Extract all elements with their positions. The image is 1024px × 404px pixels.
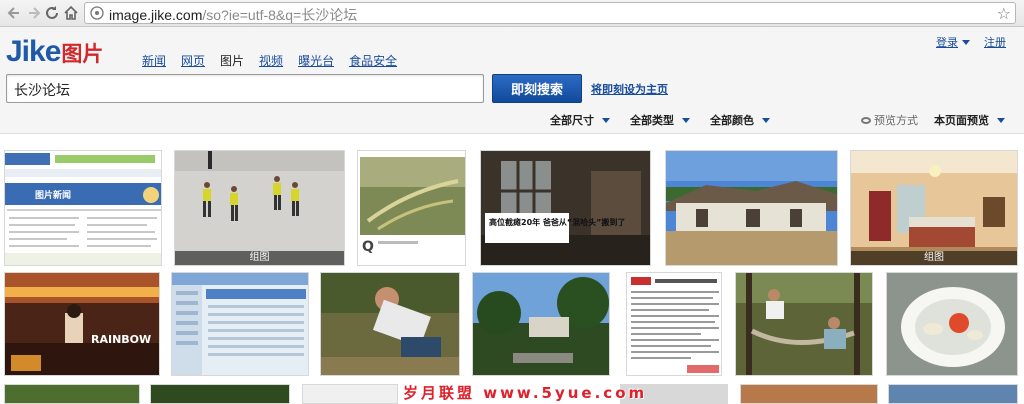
thumb-campus-trees[interactable]: [472, 272, 610, 376]
search-button[interactable]: 即刻搜索: [492, 74, 582, 103]
filter-bar: 全部尺寸 全部类型 全部颜色 预览方式 本页面预览: [0, 112, 1024, 128]
login-link[interactable]: 登录: [936, 34, 958, 50]
login-dropdown-icon[interactable]: [962, 39, 970, 45]
thumb-hammock-forest[interactable]: [735, 272, 873, 376]
register-link[interactable]: 注册: [984, 34, 1006, 50]
thumb-7-text: RAINBOW: [91, 333, 151, 346]
preview-mode-select[interactable]: 本页面预览: [934, 112, 1005, 128]
thumb-old-house-interior-art: 高位截瘫20年 爸爸从“混哈头”搬到了: [481, 151, 650, 265]
user-bar: 登录 注册: [936, 34, 1006, 50]
page-icon: [90, 6, 104, 20]
thumb-hotel-room-art: [851, 151, 1017, 265]
thumb-food-bowl-art: [887, 273, 1017, 375]
site-header: Jike 图片 新闻 网页 图片 视频 曝光台 食品安全 登录 注册 长沙论坛 …: [0, 27, 1024, 134]
set-homepage-link[interactable]: 将即刻设为主页: [591, 81, 668, 97]
home-icon[interactable]: [61, 3, 81, 23]
chevron-down-icon: [997, 117, 1005, 123]
thumb-rural-courtyard-art: [666, 151, 837, 265]
thumb-old-house-interior[interactable]: 高位截瘫20年 爸爸从“混哈头”搬到了: [480, 150, 651, 266]
filter-size-label: 全部尺寸: [550, 114, 594, 127]
thumb-stage-performance-art: RAINBOW: [5, 273, 159, 375]
thumb-campus-trees-art: [473, 273, 609, 375]
thumb-rural-courtyard[interactable]: [665, 150, 838, 266]
thumb-webpage-screenshot[interactable]: 图片新闻: [4, 150, 162, 266]
url-path: /so?ie=utf-8&q=长沙论坛: [202, 7, 358, 23]
thumb-row3-room[interactable]: [740, 384, 878, 404]
thumb-man-lying-ground[interactable]: [320, 272, 460, 376]
thumb-caption: 组图: [851, 251, 1017, 265]
thumb-software-window[interactable]: [171, 272, 309, 376]
address-bar[interactable]: image.jike.com/so?ie=utf-8&q=长沙论坛 ☆: [84, 2, 1016, 24]
thumb-hammock-forest-art: [736, 273, 872, 375]
thumb-row3-forest[interactable]: [4, 384, 140, 404]
nav-video[interactable]: 视频: [259, 52, 283, 69]
watermark-text: 岁月联盟 www.5yue.com: [403, 384, 648, 402]
bookmark-star-icon[interactable]: ☆: [997, 4, 1011, 23]
chevron-down-icon: [682, 117, 690, 123]
image-results-grid: 图片新闻 组图 Q 高位截瘫20年 爸爸从“混哈头”搬到了 组图 RAINBOW: [0, 135, 1024, 404]
thumb-1-heading: 图片新闻: [35, 189, 71, 201]
thumb-software-window-art: [172, 273, 308, 375]
jike-logo[interactable]: Jike 图片: [6, 35, 104, 68]
thumb-row3-document[interactable]: [302, 384, 398, 404]
logo-text: Jike: [6, 35, 61, 68]
thumb-news-document-art: [627, 273, 721, 375]
filter-color-label: 全部颜色: [710, 114, 754, 127]
search-input[interactable]: 长沙论坛: [6, 74, 484, 103]
filter-type[interactable]: 全部类型: [630, 112, 690, 128]
preview-mode-value: 本页面预览: [934, 114, 989, 127]
logo-subtext: 图片: [61, 42, 104, 66]
thumb-4-text: 高位截瘫20年 爸爸从“混哈头”搬到了: [489, 217, 625, 227]
url-host: image.jike.com: [109, 7, 203, 23]
thumb-stage-performance[interactable]: RAINBOW: [4, 272, 160, 376]
url-text: image.jike.com/so?ie=utf-8&q=长沙论坛: [109, 5, 357, 25]
top-nav: 新闻 网页 图片 视频 曝光台 食品安全: [142, 52, 412, 69]
chevron-down-icon: [602, 117, 610, 123]
nav-news[interactable]: 新闻: [142, 52, 166, 69]
thumb-news-document[interactable]: [626, 272, 722, 376]
reload-icon[interactable]: [42, 3, 62, 23]
eye-icon: [861, 116, 871, 124]
thumb-row3-trees[interactable]: [150, 384, 290, 404]
preview-mode-label: 预览方式: [861, 112, 918, 128]
chevron-down-icon: [762, 117, 770, 123]
thumb-sand-football[interactable]: 组图: [174, 150, 345, 266]
thumb-hotel-room[interactable]: 组图: [850, 150, 1018, 266]
nav-images[interactable]: 图片: [220, 52, 244, 69]
thumb-man-lying-ground-art: [321, 273, 459, 375]
nav-web[interactable]: 网页: [181, 52, 205, 69]
browser-toolbar: image.jike.com/so?ie=utf-8&q=长沙论坛 ☆: [0, 0, 1024, 27]
thumb-row3-sky[interactable]: [888, 384, 1018, 404]
thumb-caption: 组图: [175, 251, 344, 265]
nav-food-safety[interactable]: 食品安全: [349, 52, 397, 69]
filter-type-label: 全部类型: [630, 114, 674, 127]
nav-exposure[interactable]: 曝光台: [298, 52, 334, 69]
thumb-food-bowl[interactable]: [886, 272, 1018, 376]
forward-icon[interactable]: [24, 3, 44, 23]
thumb-webpage-screenshot-art: 图片新闻: [5, 151, 161, 265]
back-icon[interactable]: [4, 3, 24, 23]
thumb-grass-macro[interactable]: Q: [357, 150, 466, 266]
filter-size[interactable]: 全部尺寸: [550, 112, 610, 128]
thumb-3-text: Q: [362, 239, 374, 255]
filter-color[interactable]: 全部颜色: [710, 112, 770, 128]
thumb-grass-macro-art: Q: [358, 151, 465, 265]
preview-mode-text: 预览方式: [874, 114, 918, 127]
thumb-sand-football-art: [175, 151, 344, 265]
